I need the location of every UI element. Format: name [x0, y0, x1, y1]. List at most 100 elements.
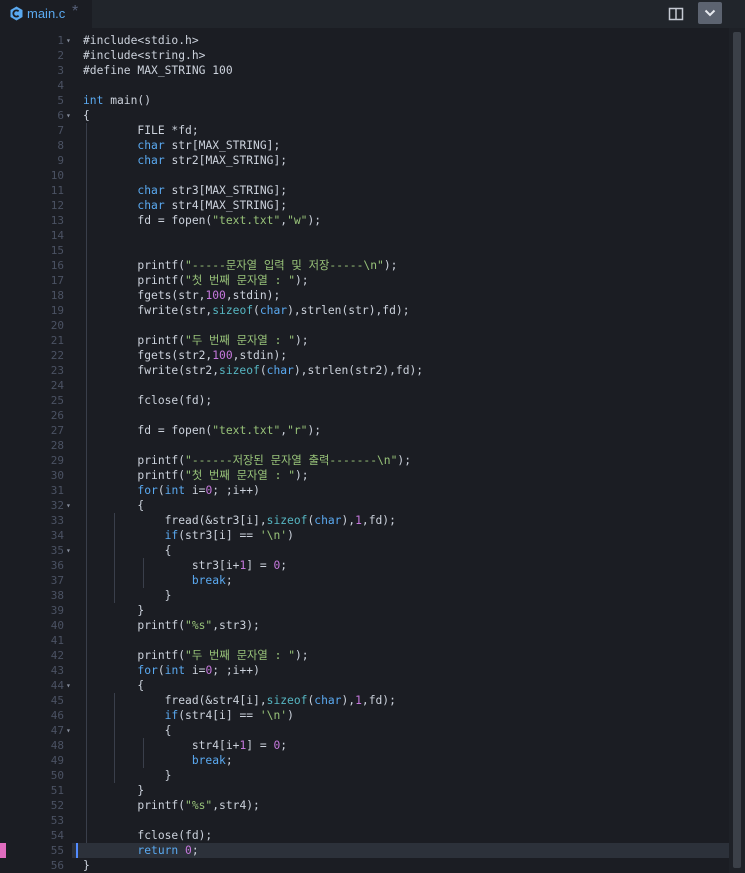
code-editor[interactable]: 1 ▾ #include<stdio.h> 2 #include<string.h> 3 #…: [0, 28, 745, 873]
code-line[interactable]: fd = fopen("text.txt","r");: [83, 423, 321, 438]
line-number: 6: [57, 109, 64, 122]
code-line[interactable]: {: [83, 678, 144, 693]
code-line[interactable]: int main(): [83, 93, 151, 108]
line-number: 52: [50, 799, 64, 812]
code-line[interactable]: str3[i+1] = 0;: [83, 558, 287, 573]
code-line[interactable]: printf("첫 번째 문자열 : ");: [83, 468, 308, 483]
code-line[interactable]: printf("두 번째 문자열 : ");: [83, 648, 308, 663]
code-line[interactable]: printf("첫 번째 문자열 : ");: [83, 273, 308, 288]
line-number: 34: [50, 529, 64, 542]
fold-toggle-icon[interactable]: ▾: [66, 678, 71, 693]
code-line[interactable]: #include<stdio.h>: [83, 33, 199, 48]
code-line[interactable]: #define MAX_STRING 100: [83, 63, 233, 78]
code-line[interactable]: fclose(fd);: [83, 393, 212, 408]
line-number: 2: [57, 49, 64, 62]
tab-main-c[interactable]: main.c *: [0, 0, 92, 28]
code-line[interactable]: char str2[MAX_STRING];: [83, 153, 287, 168]
tab-menu-button[interactable]: [698, 2, 722, 24]
code-line[interactable]: char str[MAX_STRING];: [83, 138, 280, 153]
code-line[interactable]: for(int i=0; ;i++): [83, 483, 259, 498]
line-number: 51: [50, 784, 64, 797]
code-line[interactable]: printf("%s",str3);: [83, 618, 259, 633]
line-number: 27: [50, 424, 64, 437]
fold-toggle-icon[interactable]: ▾: [66, 108, 71, 123]
code-line[interactable]: }: [83, 858, 90, 873]
line-number: 41: [50, 634, 64, 647]
code-line[interactable]: fwrite(str,sizeof(char),strlen(str),fd);: [83, 303, 409, 318]
line-number: 17: [50, 274, 64, 287]
line-number: 56: [50, 859, 64, 872]
code-line[interactable]: if(str3[i] == '\n'): [83, 528, 294, 543]
line-number: 12: [50, 199, 64, 212]
code-line[interactable]: fgets(str,100,stdin);: [83, 288, 280, 303]
code-line[interactable]: fclose(fd);: [83, 828, 212, 843]
line-number: 23: [50, 364, 64, 377]
code-line[interactable]: {: [83, 108, 90, 123]
code-line[interactable]: char str3[MAX_STRING];: [83, 183, 287, 198]
text-cursor: [76, 843, 78, 858]
code-line[interactable]: fread(&str4[i],sizeof(char),1,fd);: [83, 693, 396, 708]
line-number: 20: [50, 319, 64, 332]
line-number: 44: [50, 679, 64, 692]
code-line[interactable]: break;: [83, 573, 233, 588]
line-number: 43: [50, 664, 64, 677]
code-line[interactable]: }: [83, 768, 172, 783]
tab-filename: main.c: [27, 6, 66, 21]
line-number: 37: [50, 574, 64, 587]
code-line[interactable]: FILE *fd;: [83, 123, 198, 138]
line-number: 13: [50, 214, 64, 227]
line-number: 16: [50, 259, 64, 272]
code-line[interactable]: #include<string.h>: [83, 48, 205, 63]
code-line[interactable]: printf("------저장된 문자열 출력-------\n");: [83, 453, 411, 468]
code-line[interactable]: fgets(str2,100,stdin);: [83, 348, 287, 363]
code-line[interactable]: printf("%s",str4);: [83, 798, 259, 813]
split-view-icon: [668, 7, 684, 21]
fold-toggle-icon[interactable]: ▾: [66, 498, 71, 513]
line-number: 7: [57, 124, 64, 137]
line-number: 54: [50, 829, 64, 842]
fold-toggle-icon[interactable]: ▾: [66, 543, 71, 558]
code-line[interactable]: fwrite(str2,sizeof(char),strlen(str2),fd…: [83, 363, 423, 378]
line-number: 42: [50, 649, 64, 662]
line-number: 31: [50, 484, 64, 497]
code-line[interactable]: }: [83, 603, 144, 618]
code-line[interactable]: }: [83, 783, 144, 798]
line-number: 5: [57, 94, 64, 107]
line-number: 19: [50, 304, 64, 317]
line-number: 21: [50, 334, 64, 347]
code-line[interactable]: str4[i+1] = 0;: [83, 738, 287, 753]
fold-toggle-icon[interactable]: ▾: [66, 33, 71, 48]
code-line[interactable]: for(int i=0; ;i++): [83, 663, 259, 678]
line-number: 15: [50, 244, 64, 257]
code-line[interactable]: return 0;: [83, 843, 198, 858]
code-line[interactable]: char str4[MAX_STRING];: [83, 198, 287, 213]
code-line[interactable]: if(str4[i] == '\n'): [83, 708, 294, 723]
code-line[interactable]: fd = fopen("text.txt","w");: [83, 213, 321, 228]
tab-bar: main.c *: [0, 0, 745, 28]
line-number: 24: [50, 379, 64, 392]
line-number: 53: [50, 814, 64, 827]
chevron-down-icon: [704, 9, 716, 17]
fold-toggle-icon[interactable]: ▾: [66, 723, 71, 738]
line-number: 39: [50, 604, 64, 617]
code-line[interactable]: {: [83, 543, 172, 558]
code-line[interactable]: }: [83, 588, 172, 603]
code-line[interactable]: printf("-----문자열 입력 및 저장-----\n");: [83, 258, 397, 273]
code-line[interactable]: {: [83, 723, 172, 738]
line-number: 32: [50, 499, 64, 512]
line-number: 28: [50, 439, 64, 452]
line-number: 45: [50, 694, 64, 707]
scrollbar-thumb[interactable]: [733, 32, 741, 868]
line-number: 29: [50, 454, 64, 467]
line-number: 26: [50, 409, 64, 422]
code-line[interactable]: break;: [83, 753, 233, 768]
line-number: 1: [57, 34, 64, 47]
line-number: 40: [50, 619, 64, 632]
code-line[interactable]: printf("두 번째 문자열 : ");: [83, 333, 308, 348]
code-line[interactable]: {: [83, 498, 144, 513]
code-line[interactable]: fread(&str3[i],sizeof(char),1,fd);: [83, 513, 396, 528]
line-number: 11: [50, 184, 64, 197]
line-number: 35: [50, 544, 64, 557]
line-number: 55: [50, 844, 64, 857]
split-view-button[interactable]: [665, 4, 687, 24]
